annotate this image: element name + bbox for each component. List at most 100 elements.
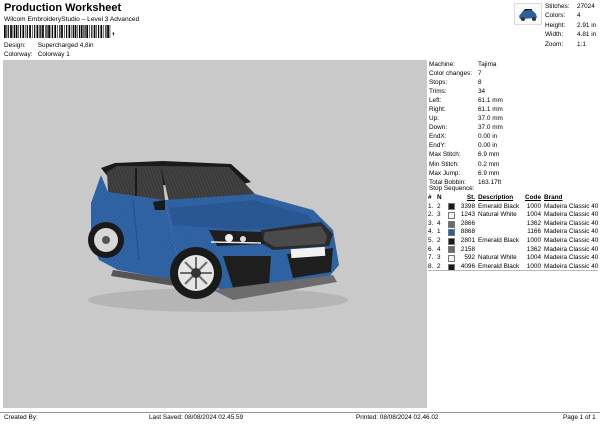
spec-row: Trims: 34 — [429, 87, 503, 96]
color-swatch — [448, 211, 457, 219]
machine-specs: Machine: Tajima Color changes: 7 Stops: 8 Trim… — [429, 60, 503, 187]
spec-label: EndY: — [429, 142, 447, 150]
thread-brand: Madeira Classic 40 — [544, 202, 599, 210]
stitch-count: 2158 — [460, 245, 475, 253]
col-num: # — [428, 194, 432, 201]
stitch-count: 1243 — [460, 211, 475, 219]
stitch-count: 3398 — [460, 202, 475, 210]
stop-sequence-header: # N St. Description Code Brand — [428, 194, 600, 203]
thread-color-swatch — [448, 220, 455, 228]
row-number: 5. — [428, 236, 434, 244]
spec-row: Left: 61.1 mm — [429, 96, 503, 105]
thread-description: Natural White — [478, 254, 517, 262]
spec-label: Min Stitch: — [429, 160, 459, 168]
stop-sequence-row: 7. 3 592 Natural White 1004 Madeira Classic 4… — [428, 254, 600, 263]
stats-block: Stitches: 27024 Colors: 4 Height: 2.91 in W… — [545, 2, 596, 49]
thread-brand: Madeira Classic 40 — [544, 245, 599, 253]
spec-row: Right: 61.1 mm — [429, 105, 503, 114]
thread-color-swatch — [448, 246, 455, 254]
row-number: 4. — [428, 228, 434, 236]
spec-value: 7 — [478, 70, 482, 78]
page-number: Page 1 of 1 — [563, 414, 596, 421]
spec-row: EndX: 0.00 in — [429, 132, 503, 141]
col-brand: Brand — [544, 194, 563, 201]
page-title: Production Worksheet — [4, 2, 122, 14]
row-number: 2. — [428, 211, 434, 219]
thread-code: 1004 — [526, 254, 541, 262]
thread-code: 1004 — [526, 211, 541, 219]
stitch-count: 2801 — [460, 236, 475, 244]
created-by: Created By: — [4, 414, 38, 421]
thread-color-swatch — [448, 237, 455, 245]
needle-number: 4 — [437, 219, 441, 227]
spec-label: Right: — [429, 106, 446, 114]
thread-description: Emerald Black — [478, 236, 520, 244]
thread-color-swatch — [448, 211, 455, 219]
stop-sequence-row: 5. 2 2801 Emerald Black 1000 Madeira Classic … — [428, 237, 600, 246]
spec-value: 6.9 mm — [478, 151, 500, 159]
thread-color-swatch — [448, 254, 455, 262]
thread-code: 1362 — [526, 245, 541, 253]
spec-value: 0.00 in — [478, 133, 498, 141]
spec-row: Up: 37.0 mm — [429, 114, 503, 123]
color-swatch — [448, 203, 457, 211]
spec-value: 6.9 mm — [478, 169, 500, 177]
spec-label: Left: — [429, 97, 442, 105]
stop-sequence-row: 4. 1 8868 1166 Madeira Classic 40 — [428, 228, 600, 237]
stitch-count: 8868 — [460, 228, 475, 236]
needle-number: 2 — [437, 202, 441, 210]
spec-row: Down: 37.0 mm — [429, 123, 503, 132]
spec-label: Max Jump: — [429, 169, 461, 177]
spec-row: EndY: 0.00 in — [429, 141, 503, 150]
needle-number: 1 — [437, 228, 441, 236]
colorway-row: Colorway: Colorway 1 — [4, 51, 70, 58]
spec-value: 34 — [478, 88, 486, 96]
spec-row: Max Jump: 6.9 mm — [429, 169, 503, 178]
thread-code: 1362 — [526, 219, 541, 227]
stop-sequence-row: 1. 2 3398 Emerald Black 1000 Madeira Classic … — [428, 203, 600, 212]
design-value: Supercharged 4,8in — [37, 42, 94, 49]
stop-sequence-row: 2. 3 1243 Natural White 1004 Madeira Classic … — [428, 211, 600, 220]
thread-color-swatch — [448, 229, 455, 237]
needle-number: 3 — [437, 211, 441, 219]
thread-brand: Madeira Classic 40 — [544, 254, 599, 262]
col-description: Description — [478, 194, 514, 201]
col-n: N — [437, 194, 442, 201]
stitch-count: 592 — [464, 254, 475, 262]
spec-value: 37.0 mm — [478, 115, 503, 123]
spec-value: 163.17ft — [478, 178, 502, 186]
thread-code: 1000 — [526, 202, 541, 210]
color-swatch — [448, 246, 457, 254]
spec-value: 0.2 mm — [478, 160, 500, 168]
printed-date: Printed: 08/08/2024 02.46.02 — [356, 414, 439, 421]
needle-number: 2 — [437, 236, 441, 244]
stop-sequence-row: 3. 4 2866 1362 Madeira Classic 40 — [428, 220, 600, 229]
stat-stitches: Stitches: 27024 — [545, 3, 595, 10]
row-number: 1. — [428, 202, 434, 210]
spec-label: Stops: — [429, 79, 448, 87]
last-saved: Last Saved: 08/08/2024 02.45.59 — [149, 414, 244, 421]
colorway-label: Colorway: — [4, 51, 33, 58]
thread-brand: Madeira Classic 40 — [544, 228, 599, 236]
design-preview — [3, 60, 427, 408]
stitch-count: 2866 — [460, 219, 475, 227]
spec-value: Tajima — [478, 61, 497, 68]
thread-code: 1000 — [526, 236, 541, 244]
spec-label: Max Stitch: — [429, 151, 461, 159]
stop-sequence-row: 6. 4 2158 1362 Madeira Classic 40 — [428, 246, 600, 255]
col-stitches: St. — [466, 194, 475, 201]
panel-divider — [428, 270, 598, 271]
col-code: Code — [525, 194, 541, 201]
thread-color-swatch — [448, 203, 455, 211]
thread-description: Emerald Black — [478, 202, 520, 210]
spec-row: Color changes: 7 — [429, 69, 503, 78]
software-subtitle: Wilcom EmbroideryStudio – Level 3 Advanc… — [4, 16, 140, 23]
barcode — [4, 25, 111, 38]
spec-label: Up: — [429, 115, 439, 123]
spec-value: 61.1 mm — [478, 97, 503, 105]
stop-sequence-table: # N St. Description Code Brand 1. 2 3398 Em… — [428, 194, 600, 271]
thread-brand: Madeira Classic 40 — [544, 211, 599, 219]
spec-row: Max Stitch: 6.9 mm — [429, 150, 503, 159]
spec-value: 61.1 mm — [478, 106, 503, 114]
stat-width: Width: 4.81 in — [545, 31, 597, 39]
